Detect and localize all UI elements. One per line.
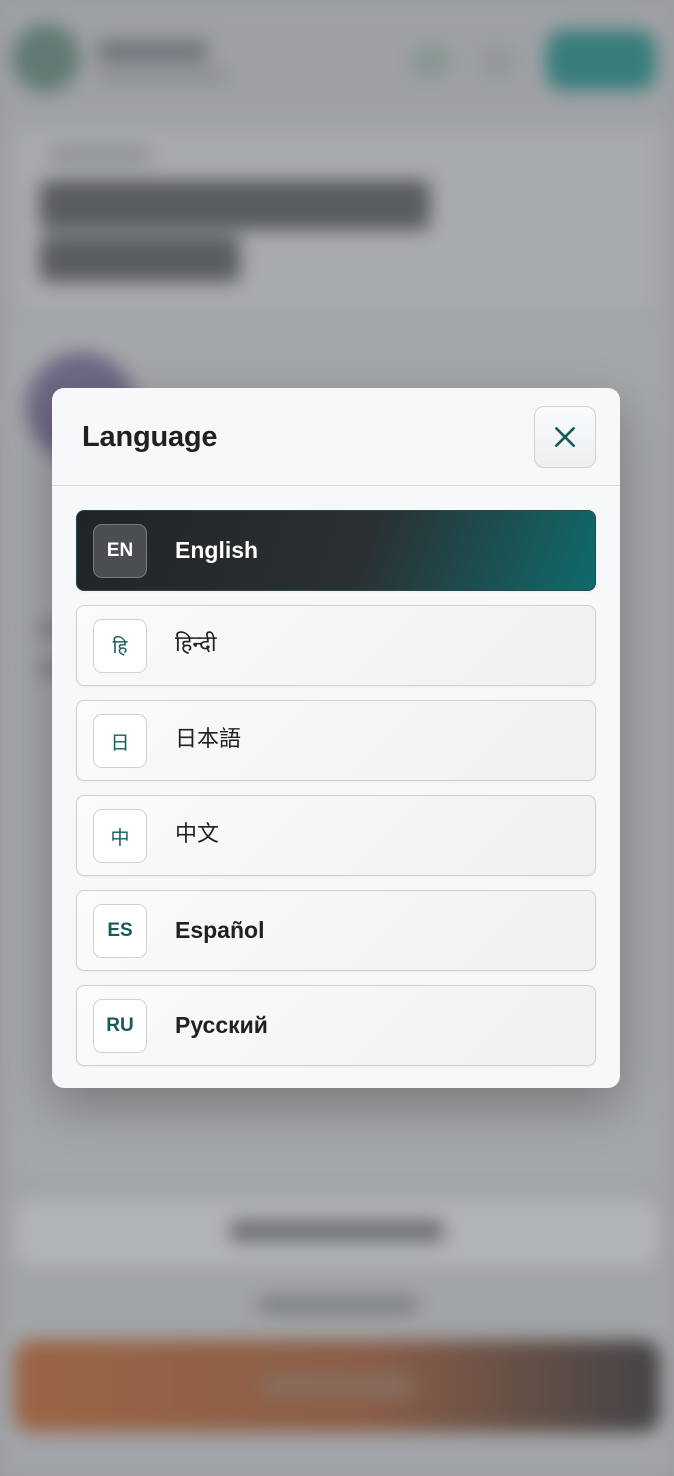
language-name: English — [175, 537, 259, 563]
language-modal: Language EN English हि हिन्दी 日 日本語 中 中文… — [52, 388, 620, 1088]
language-code-badge: हि — [93, 619, 147, 673]
language-code-badge: RU — [93, 999, 147, 1053]
language-list: EN English हि हिन्दी 日 日本語 中 中文 ES Españ… — [76, 510, 596, 1080]
language-option-english[interactable]: EN English — [76, 510, 596, 591]
language-option-japanese[interactable]: 日 日本語 — [76, 700, 596, 781]
language-code-badge: ES — [93, 904, 147, 958]
language-option-spanish[interactable]: ES Español — [76, 890, 596, 971]
language-name: हिन्दी — [175, 632, 217, 657]
language-name: Русский — [175, 1012, 268, 1038]
language-option-russian[interactable]: RU Русский — [76, 985, 596, 1066]
modal-header: Language — [52, 388, 620, 486]
language-code-badge: 中 — [93, 809, 147, 863]
close-button[interactable] — [534, 406, 596, 468]
modal-title: Language — [82, 421, 218, 453]
language-name: 中文 — [175, 822, 220, 847]
language-name: Español — [175, 917, 265, 943]
language-name: 日本語 — [175, 727, 242, 752]
language-option-chinese[interactable]: 中 中文 — [76, 795, 596, 876]
language-code-badge: EN — [93, 524, 147, 578]
language-option-hindi[interactable]: हि हिन्दी — [76, 605, 596, 686]
language-code-badge: 日 — [93, 714, 147, 768]
close-icon — [555, 427, 575, 447]
